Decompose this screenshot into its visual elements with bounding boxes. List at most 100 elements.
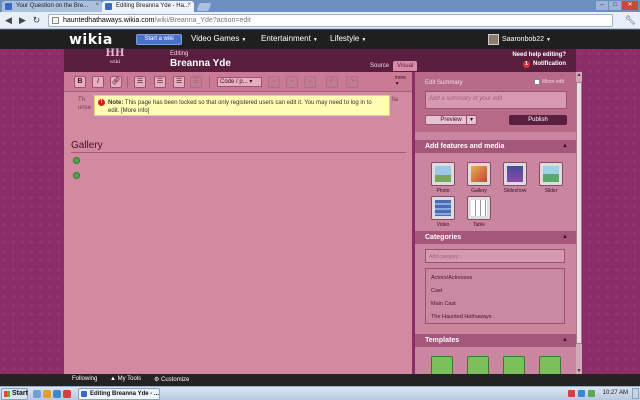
new-tab-button[interactable]	[196, 3, 212, 11]
bulleted-list-icon[interactable]: ☰	[134, 76, 146, 88]
module-title: Templates	[425, 337, 460, 344]
format-select-value: Code / p...	[220, 79, 248, 85]
category-item[interactable]: Main Cast	[431, 301, 456, 307]
gallery-item-placeholder-icon[interactable]	[73, 157, 80, 164]
browser-tab-editing[interactable]: Editing Breanna Yde - Ha... ×	[102, 1, 194, 12]
forward-icon[interactable]: ▶	[17, 15, 28, 26]
video-icon	[435, 200, 451, 216]
tab-visual[interactable]: Visual	[393, 61, 418, 71]
browser-tab-question[interactable]: Your Question on the Bre... ×	[2, 1, 102, 12]
categories-header[interactable]: Categories ▲	[415, 231, 576, 244]
show-desktop-icon[interactable]	[33, 390, 41, 398]
preview-button[interactable]: Preview ▾	[425, 115, 477, 125]
more-button[interactable]: more ▼	[395, 75, 406, 87]
add-video-button[interactable]	[431, 196, 455, 220]
features-media-header[interactable]: Add features and media ▲	[415, 140, 576, 153]
tray-icon[interactable]	[568, 390, 575, 397]
obscured-text: Th	[78, 97, 86, 103]
notifications-link[interactable]: 1 Notification	[523, 61, 566, 68]
reload-icon[interactable]: ↻	[31, 15, 42, 26]
scrollbar-thumb[interactable]	[576, 82, 582, 344]
need-help-link[interactable]: Need help editing?	[512, 52, 566, 58]
minor-edit-label: Minor edit	[542, 79, 564, 85]
maximize-icon[interactable]: □	[609, 1, 621, 10]
my-tools-menu[interactable]: ▲ My Tools	[110, 376, 141, 382]
gallery-item-placeholder-icon[interactable]	[73, 172, 80, 179]
taskbar-window-button[interactable]: Editing Breanna Yde - ...	[78, 388, 160, 400]
add-slideshow-button[interactable]	[503, 162, 527, 186]
category-item[interactable]: Cast	[431, 288, 442, 294]
media-label: Table	[473, 222, 485, 228]
publish-button[interactable]: Publish	[509, 115, 567, 125]
address-bar[interactable]: hauntedhathaways.wikia.com/wiki/Breanna_…	[48, 14, 613, 27]
user-menu[interactable]: Saaronbob22 ▼	[488, 33, 551, 46]
close-window-icon[interactable]: ✕	[622, 1, 638, 10]
show-desktop-button[interactable]	[632, 388, 639, 399]
obscured-text: lla	[392, 97, 399, 103]
minimize-icon[interactable]: –	[596, 1, 608, 10]
media-icon[interactable]: ▫	[304, 76, 316, 88]
start-label: Start	[12, 390, 28, 397]
start-button[interactable]: Start	[1, 388, 28, 400]
photo-icon	[435, 166, 451, 182]
wikia-logo[interactable]: wikia	[69, 32, 113, 48]
indent-icon[interactable]: ☰	[173, 76, 185, 88]
volume-icon[interactable]	[588, 390, 595, 397]
wrench-icon[interactable]: 🔧︎	[625, 15, 636, 26]
redo-icon[interactable]: ↷	[346, 76, 358, 88]
template-icon[interactable]	[539, 356, 561, 376]
table-icon[interactable]: ▫	[286, 76, 298, 88]
chevron-down-icon[interactable]: ▾	[466, 116, 476, 124]
notice-label: Note:	[108, 100, 124, 106]
outdent-icon[interactable]: ☰	[190, 76, 202, 88]
add-photo-button[interactable]	[431, 162, 455, 186]
editor-right-rail: Edit Summary Minor edit Add a summary of…	[415, 72, 576, 376]
browser-nav-bar: ◀ ▶ ↻ hauntedhathaways.wikia.com/wiki/Br…	[0, 12, 640, 29]
add-slider-button[interactable]	[539, 162, 563, 186]
tab-source[interactable]: Source	[366, 61, 393, 71]
italic-button[interactable]: I	[92, 76, 104, 88]
category-item[interactable]: Actors/Actresses	[431, 275, 472, 281]
rail-scrollbar[interactable]: ▲ ▼	[576, 72, 582, 374]
scroll-up-icon[interactable]: ▲	[576, 72, 582, 78]
editor-content[interactable]: Th unse lla ! Note: This page has been l…	[64, 92, 412, 374]
hub-entertainment[interactable]: Entertainment ▼	[261, 34, 318, 43]
templates-header[interactable]: Templates ▲	[415, 334, 576, 347]
close-tab-icon[interactable]: ×	[95, 2, 99, 8]
notification-count-badge: 1	[523, 61, 530, 68]
network-icon[interactable]	[578, 390, 585, 397]
firefox-icon[interactable]	[43, 390, 51, 398]
minor-edit-checkbox[interactable]: Minor edit	[534, 79, 564, 85]
page-locked-notice: ! Note: This page has been locked so tha…	[94, 95, 390, 116]
undo-icon[interactable]: ↶	[326, 76, 338, 88]
media-label: Slideshow	[503, 188, 527, 194]
edit-summary-input[interactable]: Add a summary of your edit	[425, 91, 567, 109]
link-icon[interactable]: 🔗︎	[110, 76, 122, 88]
numbered-list-icon[interactable]: ☰	[154, 76, 166, 88]
chrome-icon[interactable]	[63, 390, 71, 398]
back-icon[interactable]: ◀	[3, 15, 14, 26]
template-icon[interactable]	[431, 356, 453, 376]
template-icon[interactable]	[503, 356, 525, 376]
obscured-text: unse	[78, 105, 92, 111]
page-background: HH wiki Editing Breanna Yde Source Visua…	[0, 49, 640, 376]
format-select[interactable]: Code / p... ▾	[217, 77, 262, 87]
close-tab-icon[interactable]: ×	[187, 2, 191, 8]
start-wiki-button[interactable]: Start a wiki	[136, 34, 182, 45]
warning-icon: !	[98, 99, 105, 106]
image-icon[interactable]: ▫	[268, 76, 280, 88]
hub-lifestyle[interactable]: Lifestyle ▼	[330, 34, 366, 43]
customize-link[interactable]: ⚙ Customize	[154, 376, 189, 383]
add-table-button[interactable]	[467, 196, 491, 220]
hub-video-games[interactable]: Video Games ▼	[191, 34, 246, 43]
bold-button[interactable]: B	[74, 76, 86, 88]
wiki-logo[interactable]: HH wiki	[100, 49, 130, 71]
category-item[interactable]: The Haunted Hathaways	[431, 314, 492, 320]
add-category-input[interactable]: Add category...	[425, 249, 565, 263]
slideshow-icon	[507, 166, 523, 182]
following-link[interactable]: Following	[72, 376, 97, 382]
preview-label: Preview	[440, 117, 462, 123]
ie-icon[interactable]	[53, 390, 61, 398]
template-icon[interactable]	[467, 356, 489, 376]
add-gallery-button[interactable]	[467, 162, 491, 186]
